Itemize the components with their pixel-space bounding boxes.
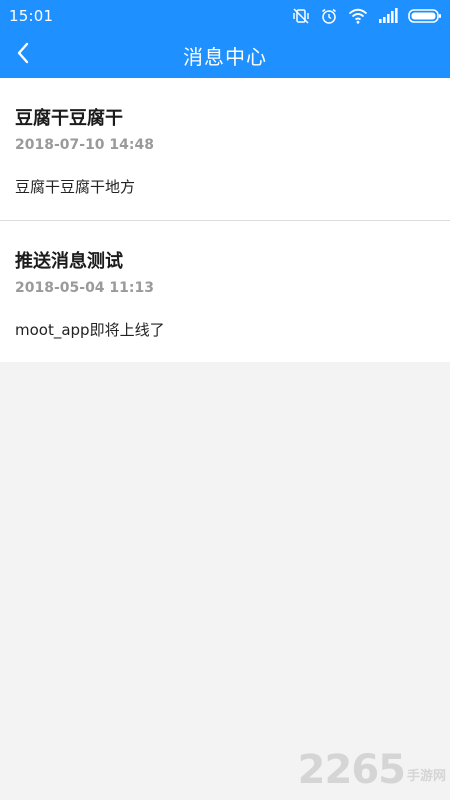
message-title: 豆腐干豆腐干 [15, 108, 123, 129]
message-time: 2018-07-10 14:48 [15, 137, 154, 153]
battery-icon [408, 7, 442, 25]
message-body: moot_app即将上线了 [15, 321, 165, 339]
status-bar: 15:01 [0, 0, 450, 32]
page-title: 消息中心 [183, 45, 267, 69]
status-icons [292, 7, 442, 25]
watermark-text: 手游网 [406, 769, 446, 784]
message-time: 2018-05-04 11:13 [15, 280, 154, 296]
message-item[interactable]: 豆腐干豆腐干 2018-07-10 14:48 豆腐干豆腐干地方 [0, 78, 450, 220]
status-time: 15:01 [9, 7, 54, 25]
message-body: 豆腐干豆腐干地方 [15, 178, 136, 196]
message-item[interactable]: 推送消息测试 2018-05-04 11:13 moot_app即将上线了 [0, 220, 450, 362]
app-bar: 消息中心 [0, 32, 450, 78]
watermark: 2265 手游网 [298, 750, 446, 790]
signal-icon [378, 7, 398, 25]
message-title: 推送消息测试 [15, 251, 123, 272]
alarm-icon [320, 7, 338, 25]
mute-vibrate-icon [292, 7, 310, 25]
message-list: 豆腐干豆腐干 2018-07-10 14:48 豆腐干豆腐干地方 推送消息测试 … [0, 78, 450, 362]
watermark-digits: 2265 [297, 747, 406, 793]
wifi-icon [348, 7, 368, 25]
